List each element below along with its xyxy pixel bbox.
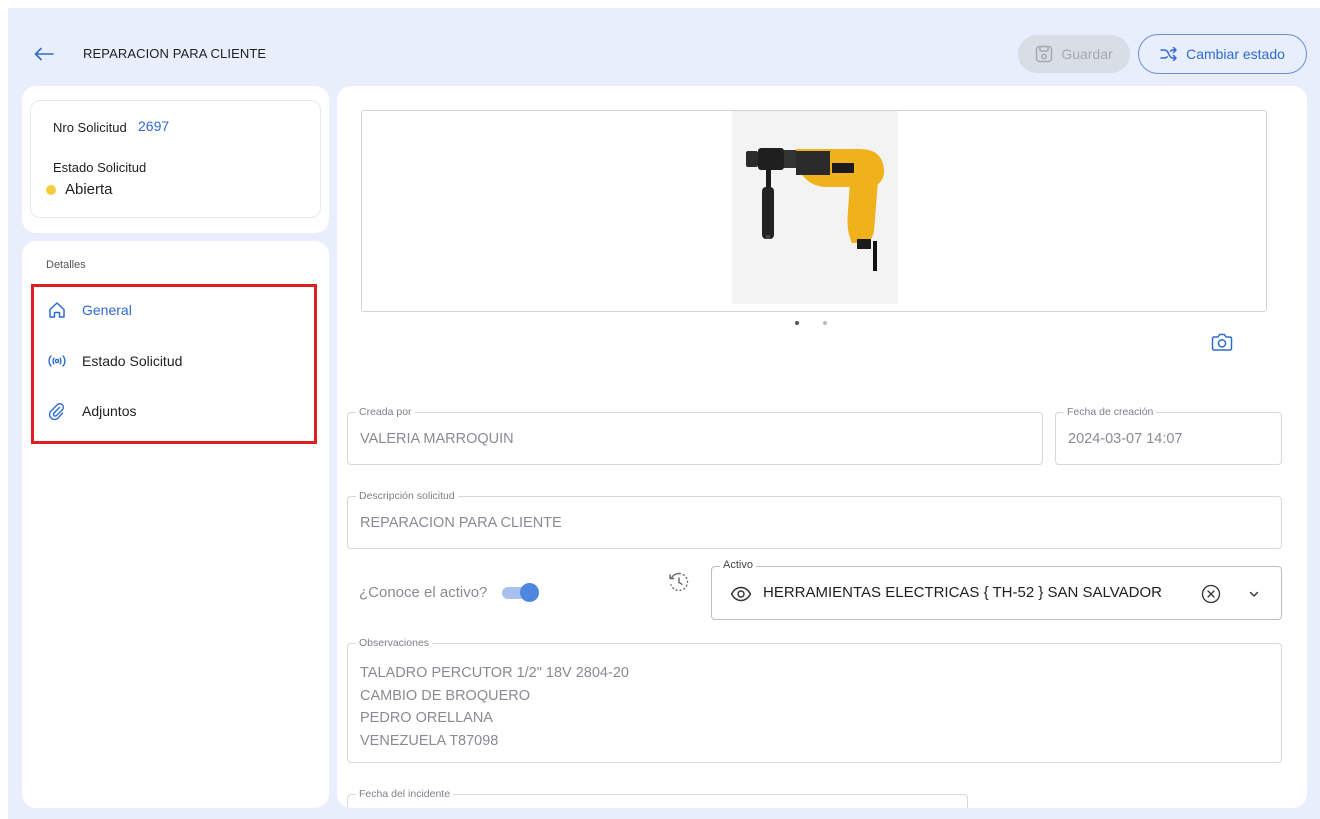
broadcast-icon xyxy=(46,350,68,372)
created-date-label: Fecha de creación xyxy=(1064,406,1157,418)
request-state-label: Estado Solicitud xyxy=(53,160,147,175)
camera-button[interactable] xyxy=(1211,332,1237,356)
observations-value: TALADRO PERCUTOR 1/2" 18V 2804-20 CAMBIO… xyxy=(360,662,629,752)
history-icon xyxy=(669,572,689,592)
description-field: Descripción solicitud REPARACION PARA CL… xyxy=(347,490,1282,549)
image-carousel[interactable] xyxy=(361,110,1267,312)
description-value: REPARACION PARA CLIENTE xyxy=(360,515,562,531)
created-by-label: Creada por xyxy=(356,406,415,418)
created-by-field: Creada por VALERIA MARROQUIN xyxy=(347,406,1043,465)
chevron-down-icon[interactable] xyxy=(1245,585,1263,603)
nav-heading: Detalles xyxy=(46,259,86,271)
back-button[interactable] xyxy=(28,42,60,66)
home-icon xyxy=(46,299,68,321)
know-asset-toggle[interactable] xyxy=(502,583,539,602)
created-date-field: Fecha de creación 2024-03-07 14:07 xyxy=(1055,406,1282,465)
carousel-dot[interactable] xyxy=(823,321,827,325)
shuffle-icon xyxy=(1160,47,1177,61)
nav-item-adjuntos[interactable]: Adjuntos xyxy=(46,397,136,425)
nav-item-general[interactable]: General xyxy=(46,296,132,324)
asset-value: HERRAMIENTAS ELECTRICAS { TH-52 } SAN SA… xyxy=(763,584,1162,601)
asset-select[interactable]: Activo HERRAMIENTAS ELECTRICAS { TH-52 }… xyxy=(711,559,1282,620)
history-button[interactable] xyxy=(667,570,693,596)
request-number-label: Nro Solicitud xyxy=(53,120,127,135)
carousel-dot[interactable] xyxy=(795,321,799,325)
incident-date-field[interactable]: Fecha del incidente xyxy=(347,788,968,808)
arrow-left-icon xyxy=(34,47,54,61)
toggle-thumb xyxy=(520,583,539,602)
created-date-value: 2024-03-07 14:07 xyxy=(1068,431,1183,447)
save-button-label: Guardar xyxy=(1061,46,1113,62)
observations-field: Observaciones TALADRO PERCUTOR 1/2" 18V … xyxy=(347,637,1282,763)
save-button[interactable]: Guardar xyxy=(1018,35,1130,73)
camera-icon xyxy=(1211,333,1233,351)
description-label: Descripción solicitud xyxy=(356,490,458,502)
carousel-indicators xyxy=(795,321,827,325)
eye-icon[interactable] xyxy=(730,584,752,604)
page-title: REPARACION PARA CLIENTE xyxy=(83,46,267,61)
product-image xyxy=(732,111,898,304)
general-panel: Creada por VALERIA MARROQUIN Fecha de cr… xyxy=(337,86,1307,808)
observation-line: TALADRO PERCUTOR 1/2" 18V 2804-20 xyxy=(360,665,629,681)
paperclip-icon xyxy=(46,400,68,422)
request-state-value: Abierta xyxy=(65,181,113,198)
request-summary-inner xyxy=(30,100,321,218)
observation-line: PEDRO ORELLANA xyxy=(360,710,493,726)
details-nav-card: Detalles General Estado Solicitud Adjunt… xyxy=(22,241,329,808)
observation-line: CAMBIO DE BROQUERO xyxy=(360,687,530,704)
change-state-label: Cambiar estado xyxy=(1186,46,1285,62)
created-by-value: VALERIA MARROQUIN xyxy=(360,431,514,447)
save-icon xyxy=(1036,45,1053,63)
nav-item-label: Adjuntos xyxy=(82,403,137,419)
incident-date-label: Fecha del incidente xyxy=(356,788,454,800)
asset-label: Activo xyxy=(720,559,756,571)
nav-item-label: General xyxy=(82,302,132,318)
observations-label: Observaciones xyxy=(356,637,433,649)
clear-icon[interactable] xyxy=(1200,583,1222,605)
know-asset-label: ¿Conoce el activo? xyxy=(359,584,488,601)
observation-line: VENEZUELA T87098 xyxy=(360,732,499,749)
request-number: 2697 xyxy=(138,118,170,134)
change-state-button[interactable]: Cambiar estado xyxy=(1138,34,1307,74)
nav-item-label: Estado Solicitud xyxy=(82,353,183,369)
status-dot xyxy=(46,185,56,195)
nav-item-estado-solicitud[interactable]: Estado Solicitud xyxy=(46,347,182,375)
